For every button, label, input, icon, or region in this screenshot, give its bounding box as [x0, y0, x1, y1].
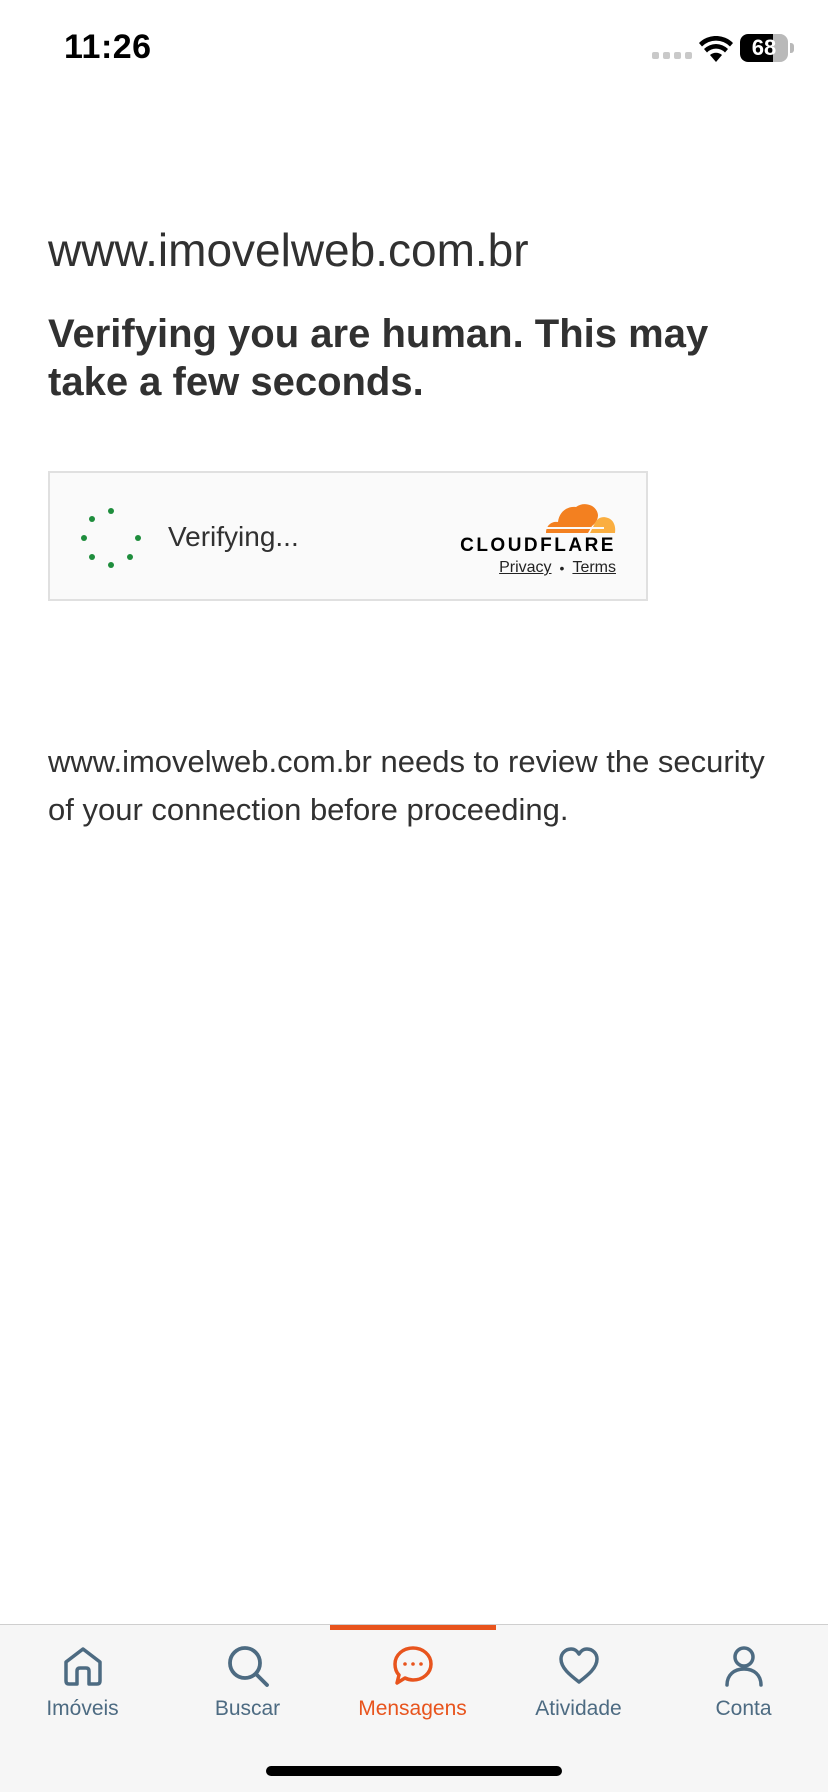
tab-label-buscar: Buscar: [214, 1697, 281, 1720]
signal-icon: [652, 52, 692, 59]
spinner-dot: [135, 535, 141, 541]
loading-spinner-icon: [80, 507, 142, 569]
tab-conta[interactable]: Conta: [661, 1625, 826, 1735]
chat-bubble-icon: [392, 1646, 433, 1685]
tab-buscar[interactable]: Buscar: [165, 1625, 330, 1735]
privacy-link[interactable]: Privacy: [499, 559, 551, 577]
tab-atividade[interactable]: Atividade: [496, 1625, 661, 1735]
cloudflare-links: Privacy • Terms: [499, 559, 616, 577]
tab-label-conta: Conta: [715, 1697, 772, 1720]
home-indicator: [266, 1766, 562, 1776]
spinner-dot: [81, 535, 87, 541]
tab-label-mensagens: Mensagens: [358, 1697, 467, 1720]
wifi-icon: [699, 36, 733, 62]
security-note: www.imovelweb.com.br needs to review the…: [48, 744, 765, 827]
heart-icon: [558, 1647, 599, 1684]
screen: 11:26 68 www.imovelweb.com.br Verifying …: [0, 0, 828, 1792]
page-title: www.imovelweb.com.br: [48, 224, 529, 276]
battery-level: 68: [751, 35, 777, 60]
spinner-dot: [88, 515, 95, 522]
spinner-dot: [108, 508, 114, 514]
status-bar: 11:26 68: [0, 0, 828, 100]
user-icon: [724, 1646, 763, 1687]
spinner-dot: [108, 562, 114, 568]
spinner-dot: [88, 554, 95, 561]
link-separator: •: [559, 560, 565, 576]
spinner-dot: [127, 554, 134, 561]
battery-icon: 68: [740, 34, 794, 62]
tab-label-imoveis: Imóveis: [46, 1697, 119, 1720]
terms-link[interactable]: Terms: [572, 559, 616, 577]
cloudflare-wordmark: CLOUDFLARE: [460, 535, 616, 556]
tab-imoveis[interactable]: Imóveis: [0, 1625, 165, 1735]
tab-label-atividade: Atividade: [535, 1697, 622, 1720]
verification-status: Verifying...: [168, 521, 299, 552]
home-icon: [63, 1647, 102, 1686]
status-time: 11:26: [64, 28, 152, 66]
cloudflare-challenge-widget[interactable]: Verifying... CLOUDFLARE Privacy • Terms: [48, 471, 648, 601]
tab-mensagens[interactable]: Mensagens: [330, 1625, 495, 1735]
search-icon: [227, 1646, 269, 1687]
verification-heading: Verifying you are human. This may take a…: [48, 312, 709, 404]
cloudflare-cloud-icon: [544, 504, 616, 533]
